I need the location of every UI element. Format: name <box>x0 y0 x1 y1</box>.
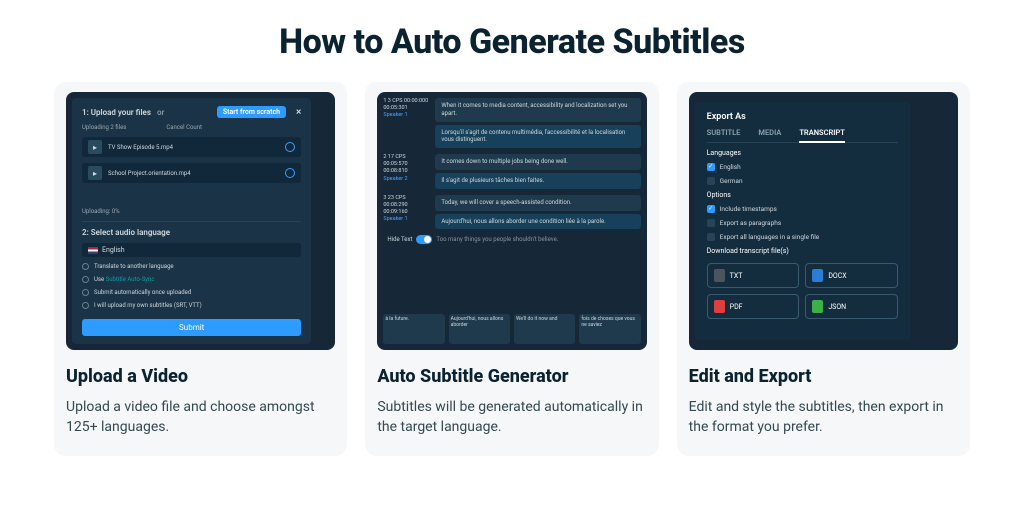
segment-en[interactable]: It comes down to multiple jobs being don… <box>435 154 640 170</box>
file-row: ▸ School Project.orientation.mp4 <box>82 163 301 183</box>
uploading-count: Uploading 2 files <box>82 124 126 131</box>
upload-progress: Uploading: 0% <box>82 208 301 215</box>
card-upload: 1: Upload your files or Start from scrat… <box>54 82 347 456</box>
timeline-clip[interactable]: Aujourd'hui, nous allons aborder <box>449 314 510 344</box>
segment-en[interactable]: When it comes to media content, accessib… <box>435 98 640 122</box>
start-scratch-button[interactable]: Start from scratch <box>217 106 286 118</box>
card-title: Auto Subtitle Generator <box>377 366 646 387</box>
language-select[interactable]: English <box>82 243 301 257</box>
opt-paragraphs[interactable]: Export as paragraphs <box>707 219 898 227</box>
segment-fr[interactable]: Il s'agit de plusieurs tâches bien faite… <box>435 173 640 189</box>
card-desc: Subtitles will be generated automaticall… <box>377 397 646 438</box>
speaker-label: Speaker 2 <box>383 176 407 182</box>
upload-mock: 1: Upload your files or Start from scrat… <box>66 92 335 350</box>
upload-step2-label: 2: Select audio language <box>82 228 301 237</box>
option-autosync[interactable]: Use Subtitle Auto-Sync <box>82 276 301 283</box>
download-txt-button[interactable]: TXT <box>707 263 800 288</box>
seg-time: 17 CPS 00:05:570 00:08:810 <box>383 154 407 174</box>
cards-row: 1: Upload your files or Start from scrat… <box>0 82 1024 456</box>
download-docx-button[interactable]: DOCX <box>805 263 898 288</box>
file-name: TV Show Episode 5.mp4 <box>108 144 173 151</box>
timeline-clip[interactable]: fois de choses que vous ne saviez <box>579 314 640 344</box>
timeline-clip[interactable]: We'll do it now and <box>514 314 575 344</box>
download-pdf-button[interactable]: PDF <box>707 294 800 319</box>
progress-ring-icon <box>285 142 295 152</box>
download-json-button[interactable]: JSON <box>805 294 898 319</box>
lang-english[interactable]: English <box>707 163 898 171</box>
options-label: Options <box>707 191 898 199</box>
segment-fr[interactable]: Lorsqu'il s'agit de contenu multimédia, … <box>435 125 640 149</box>
lang-german[interactable]: German <box>707 177 898 185</box>
seg-index: 1 <box>383 98 386 104</box>
timeline[interactable]: à la future. Aujourd'hui, nous allons ab… <box>383 314 640 344</box>
video-thumb-icon: ▸ <box>88 166 102 180</box>
speaker-label: Speaker 1 <box>383 112 407 118</box>
flag-icon <box>88 247 98 254</box>
seg-time: 23 CPS 00:08:290 00:09:160 <box>383 195 407 215</box>
opt-timestamps[interactable]: Include timestamps <box>707 205 898 213</box>
page-title: How to Auto Generate Subtitles <box>0 0 1024 82</box>
card-title: Upload a Video <box>66 366 335 387</box>
export-mock: Export As SUBTITLE MEDIA TRANSCRIPT Lang… <box>689 92 958 350</box>
option-translate[interactable]: Translate to another language <box>82 263 301 270</box>
toggle-hint: Too many things you people shouldn't bel… <box>436 236 558 243</box>
toggle-label: Hide Text <box>387 236 412 243</box>
card-desc: Edit and style the subtitles, then expor… <box>689 397 958 438</box>
submit-button[interactable]: Submit <box>82 319 301 336</box>
file-row: ▸ TV Show Episode 5.mp4 <box>82 137 301 157</box>
option-own-subs[interactable]: I will upload my own subtitles (SRT, VTT… <box>82 302 301 309</box>
card-generator: 1 3 CPS 00:00:000 00:05:301 Speaker 1 Wh… <box>365 82 658 456</box>
card-desc: Upload a video file and choose amongst 1… <box>66 397 335 438</box>
export-title: Export As <box>707 112 898 122</box>
languages-label: Languages <box>707 149 898 157</box>
progress-ring-icon <box>285 168 295 178</box>
segment-fr[interactable]: Aujourd'hui, nous allons aborder une con… <box>435 214 640 230</box>
seg-index: 3 <box>383 195 386 201</box>
tab-media[interactable]: MEDIA <box>758 128 781 142</box>
seg-time: 3 CPS 00:00:000 00:05:301 <box>383 98 428 111</box>
or-label: or <box>157 108 164 117</box>
file-name: School Project.orientation.mp4 <box>108 170 191 177</box>
tab-transcript[interactable]: TRANSCRIPT <box>799 128 845 143</box>
hide-text-toggle[interactable] <box>416 235 432 244</box>
language-value: English <box>102 246 125 254</box>
timeline-clip[interactable]: à la future. <box>383 314 444 344</box>
txt-file-icon <box>714 269 725 282</box>
card-export: Export As SUBTITLE MEDIA TRANSCRIPT Lang… <box>677 82 970 456</box>
upload-step1-label: 1: Upload your files <box>82 108 151 117</box>
close-icon[interactable]: × <box>296 107 301 118</box>
segment-en[interactable]: Today, we will cover a speech-assisted c… <box>435 195 640 211</box>
cancel-link[interactable]: Cancel Count <box>166 124 202 131</box>
transcript-mock: 1 3 CPS 00:00:000 00:05:301 Speaker 1 Wh… <box>377 92 646 350</box>
docx-file-icon <box>812 269 823 282</box>
json-file-icon <box>812 300 823 313</box>
opt-all-langs[interactable]: Export all languages in a single file <box>707 233 898 241</box>
video-thumb-icon: ▸ <box>88 140 102 154</box>
speaker-label: Speaker 1 <box>383 216 407 222</box>
seg-index: 2 <box>383 154 386 160</box>
option-autosubmit[interactable]: Submit automatically once uploaded <box>82 289 301 296</box>
download-label: Download transcript file(s) <box>707 247 898 255</box>
tab-subtitle[interactable]: SUBTITLE <box>707 128 741 142</box>
pdf-file-icon <box>714 300 725 313</box>
card-title: Edit and Export <box>689 366 958 387</box>
